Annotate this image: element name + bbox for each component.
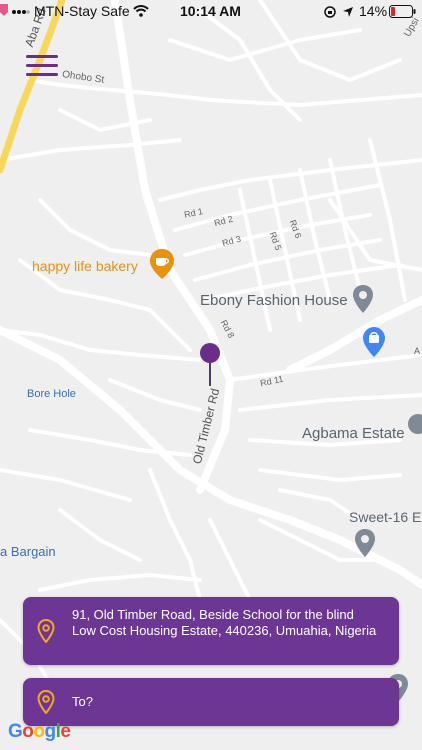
from-address-text: 91, Old Timber Road, Beside School for t… — [72, 607, 377, 638]
orientation-lock-icon — [324, 6, 336, 18]
location-arrow-icon — [343, 7, 353, 17]
cafe-pin-icon[interactable] — [150, 249, 174, 279]
from-address-card[interactable]: 91, Old Timber Road, Beside School for t… — [23, 597, 399, 665]
carrier-badge-icon — [0, 4, 8, 16]
location-pin-icon[interactable] — [353, 285, 373, 313]
menu-icon-bar — [26, 73, 58, 76]
destination-placeholder: To? — [72, 694, 93, 709]
place-label-ebony[interactable]: Ebony Fashion House — [200, 292, 348, 309]
google-logo-letter: o — [33, 721, 45, 742]
wifi-icon — [133, 5, 149, 17]
status-bar: MTN-Stay Safe 10:14 AM 14% — [0, 0, 422, 24]
location-pin-icon — [37, 619, 55, 643]
location-pin-icon-2[interactable] — [355, 529, 375, 557]
carrier-name: MTN-Stay Safe — [34, 3, 130, 19]
clock: 10:14 AM — [180, 3, 241, 19]
google-logo: Google — [8, 721, 71, 743]
menu-icon-bar — [26, 55, 58, 58]
google-logo-letter: G — [8, 721, 23, 742]
place-label-agbama[interactable]: Agbama Estate — [302, 425, 405, 442]
battery-icon — [389, 5, 416, 18]
google-logo-letter: e — [60, 721, 71, 742]
location-pin-icon — [37, 690, 55, 714]
place-label-bakery[interactable]: happy life bakery — [32, 258, 138, 274]
google-logo-letter: o — [22, 721, 34, 742]
home-pin-icon[interactable] — [408, 414, 422, 440]
shopping-bag-pin-icon[interactable] — [363, 327, 385, 357]
place-label-sweet16: Sweet-16 E — [349, 509, 422, 525]
menu-icon-bar — [26, 64, 58, 67]
destination-input[interactable]: To? — [23, 678, 399, 726]
battery-percent: 14% — [359, 3, 388, 19]
menu-button[interactable] — [24, 51, 62, 81]
current-location-pin-icon[interactable] — [198, 342, 222, 388]
signal-icon — [12, 10, 30, 14]
place-label-bore-hole: Bore Hole — [27, 388, 76, 400]
place-label-bargain: a Bargain — [0, 544, 56, 559]
road-label-edge-a: A — [414, 346, 421, 356]
google-logo-letter: g — [44, 721, 57, 742]
